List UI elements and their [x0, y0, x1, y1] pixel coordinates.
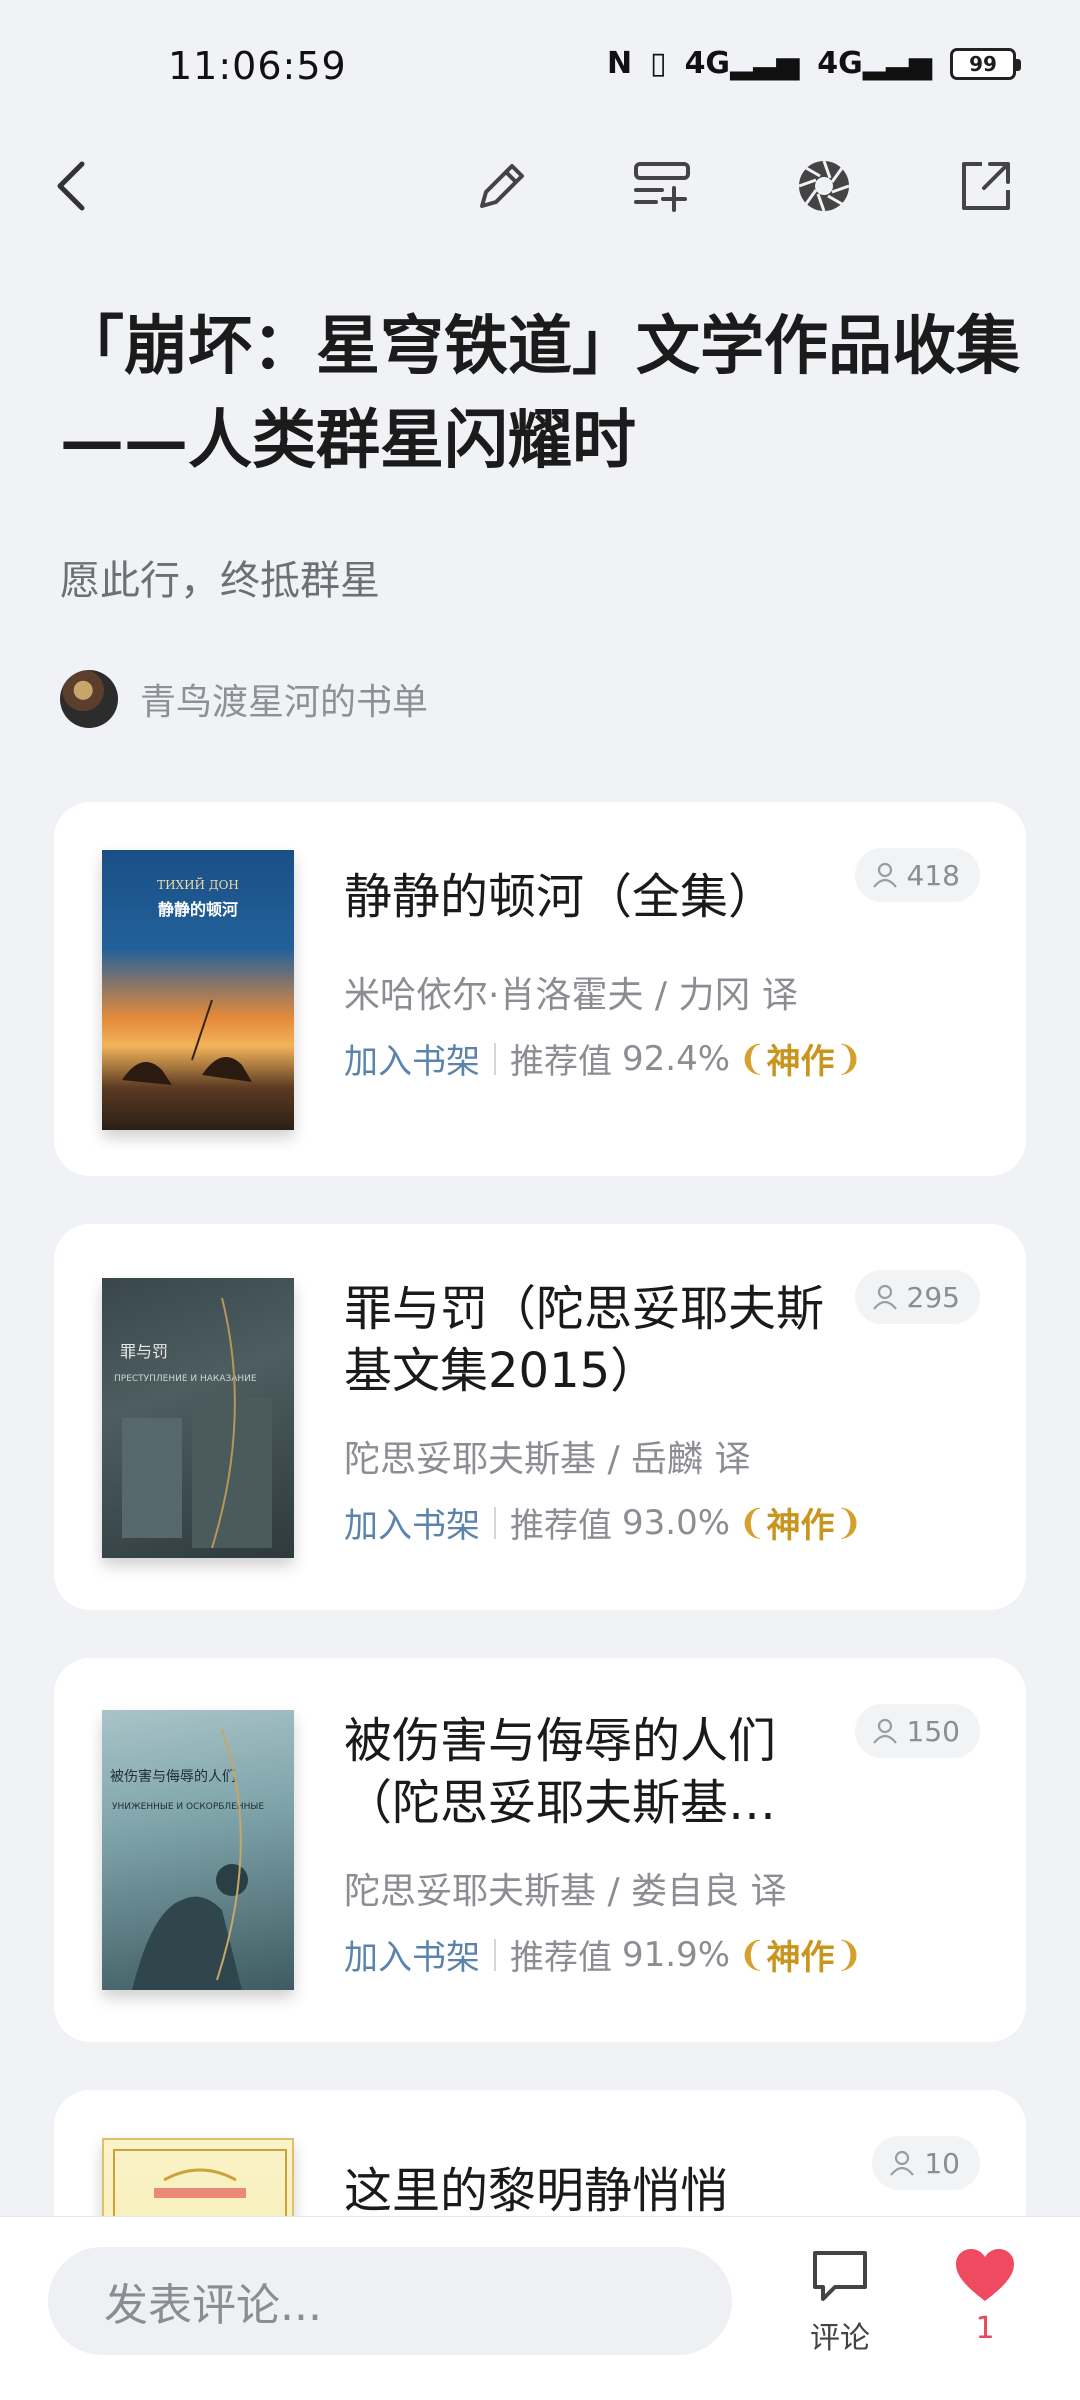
reader-count: 150 — [854, 1704, 980, 1758]
reader-count-value: 418 — [906, 858, 960, 892]
booklist-subtitle: 愿此行，终抵群星 — [60, 558, 380, 604]
badge-label: 神作 — [766, 1938, 835, 1978]
pencil-icon — [480, 164, 524, 208]
reader-count: 10 — [872, 2136, 980, 2190]
book-author: 陀思妥耶夫斯基 / 娄自良 译 — [344, 1871, 787, 1912]
laurel-right-icon: ❩ — [834, 1934, 864, 1975]
laurel-right-icon: ❩ — [834, 1038, 864, 1079]
book-meta: 加入书架 推荐值 91.9% ❨ 神作 ❩ — [344, 1930, 863, 1979]
book-title: 这里的黎明静悄悄 — [344, 2163, 729, 2219]
recommend-label: 推荐值 — [510, 1042, 612, 1082]
comment-icon — [813, 2251, 867, 2301]
bottom-bar: 发表评论... 评论 1 — [0, 2216, 1080, 2400]
book-title: 罪与罚（陀思妥耶夫斯基文集2015） — [344, 1281, 825, 1399]
add-to-list-button[interactable] — [626, 150, 698, 222]
laurel-left-icon: ❨ — [738, 1934, 767, 1975]
masterpiece-badge: ❨ 神作 ❩ — [738, 1930, 863, 1979]
recommend-value: 92.4% — [622, 1038, 731, 1079]
comment-label: 评论 — [810, 2321, 870, 2356]
share-out-icon — [962, 162, 1010, 210]
add-to-shelf-button[interactable]: 加入书架 — [344, 1034, 480, 1083]
laurel-right-icon: ❩ — [834, 1502, 864, 1543]
cover-illustration — [132, 1729, 248, 1990]
book-card[interactable]: 被伤害与侮辱的人们 УНИЖЕННЫЕ И ОСКОРБЛЕННЫЕ 被伤害与侮… — [54, 1658, 1026, 2042]
badge-label: 神作 — [766, 1042, 835, 1082]
booklist-title: 「崩坏：星穹铁道」文学作品收集——人类群星闪耀时 — [60, 309, 1020, 478]
status-bar: 11:06:59 N ▯ 4G▂▃▅ 4G▂▃▅ 99 — [0, 0, 1080, 130]
toolbar — [0, 140, 1080, 230]
share-button[interactable] — [950, 150, 1022, 222]
book-cover: ТИХИЙ ДОН 静静的顿河 — [102, 850, 294, 1130]
network-label-1: 4G — [684, 46, 731, 81]
status-icons: N ▯ 4G▂▃▅ 4G▂▃▅ 99 — [606, 46, 1021, 81]
status-time: 11:06:59 — [168, 44, 347, 88]
back-arrow-icon — [57, 161, 85, 211]
booklist-author[interactable]: 青鸟渡星河的书单 — [60, 670, 428, 728]
edit-button[interactable] — [466, 150, 538, 222]
share-moments-button[interactable] — [788, 150, 860, 222]
reader-count-value: 150 — [906, 1714, 960, 1748]
heart-icon — [956, 2249, 1014, 2301]
cover-illustration — [122, 999, 252, 1085]
book-title: 被伤害与侮辱的人们（陀思妥耶夫斯基… — [344, 1713, 777, 1831]
person-icon — [872, 862, 897, 888]
like-button[interactable]: 1 — [950, 2247, 1020, 2346]
masterpiece-badge: ❨ 神作 ❩ — [738, 1034, 863, 1083]
nfc-icon: N — [606, 46, 633, 81]
book-cover: 罪与罚 ПРЕСТУПЛЕНИЕ И НАКАЗАНИЕ — [102, 1278, 294, 1558]
book-meta: 加入书架 推荐值 92.4% ❨ 神作 ❩ — [344, 1034, 863, 1083]
comment-button[interactable]: 评论 — [800, 2247, 880, 2357]
battery-level: 99 — [969, 51, 997, 76]
book-meta: 加入书架 推荐值 93.0% ❨ 神作 ❩ — [344, 1498, 863, 1547]
masterpiece-badge: ❨ 神作 ❩ — [738, 1498, 863, 1547]
reader-count: 418 — [854, 848, 980, 902]
recommend-value: 93.0% — [622, 1502, 731, 1543]
book-author: 陀思妥耶夫斯基 / 岳麟 译 — [344, 1439, 751, 1480]
book-cover: 被伤害与侮辱的人们 УНИЖЕННЫЕ И ОСКОРБЛЕННЫЕ — [102, 1710, 294, 1990]
laurel-left-icon: ❨ — [738, 1038, 767, 1079]
recommend-value: 91.9% — [622, 1934, 731, 1975]
booklist-page: 11:06:59 N ▯ 4G▂▃▅ 4G▂▃▅ 99 「崩坏：星穹铁道」文学作… — [0, 0, 1080, 2400]
book-card[interactable]: ТИХИЙ ДОН 静静的顿河 静静的顿河（全集） 米哈依尔·肖洛霍夫 / 力冈… — [54, 802, 1026, 1176]
meta-divider — [494, 1506, 496, 1539]
author-name: 青鸟渡星河的书单 — [140, 682, 429, 723]
aperture-icon — [798, 160, 850, 212]
vibrate-icon: ▯ — [650, 46, 667, 81]
like-count: 1 — [975, 2311, 995, 2346]
meta-divider — [494, 1042, 496, 1075]
book-card[interactable]: 罪与罚 ПРЕСТУПЛЕНИЕ И НАКАЗАНИЕ 罪与罚（陀思妥耶夫斯基… — [54, 1224, 1026, 1610]
reader-count-value: 295 — [906, 1280, 960, 1314]
avatar — [60, 670, 118, 728]
back-button[interactable] — [38, 150, 110, 222]
battery-icon: 99 — [950, 47, 1021, 80]
add-list-icon — [634, 162, 690, 212]
cover-illustration — [122, 1297, 272, 1549]
network-label-2: 4G — [817, 46, 863, 81]
signal-icon-2: 4G▂▃▅ — [817, 46, 932, 81]
recommend-label: 推荐值 — [510, 1938, 612, 1978]
person-icon — [890, 2150, 915, 2176]
reader-count-value: 10 — [924, 2146, 960, 2180]
signal-icon-1: 4G▂▃▅ — [684, 46, 800, 81]
laurel-left-icon: ❨ — [738, 1502, 767, 1543]
add-to-shelf-button[interactable]: 加入书架 — [344, 1930, 480, 1979]
book-title: 静静的顿河（全集） — [344, 869, 777, 925]
add-to-shelf-button[interactable]: 加入书架 — [344, 1498, 480, 1547]
reader-count: 295 — [854, 1270, 980, 1324]
recommend-label: 推荐值 — [510, 1506, 612, 1546]
book-author: 米哈依尔·肖洛霍夫 / 力冈 译 — [344, 975, 798, 1016]
person-icon — [872, 1284, 897, 1310]
badge-label: 神作 — [766, 1506, 835, 1546]
meta-divider — [494, 1938, 496, 1971]
comment-input[interactable]: 发表评论... — [48, 2247, 732, 2355]
person-icon — [872, 1718, 897, 1744]
